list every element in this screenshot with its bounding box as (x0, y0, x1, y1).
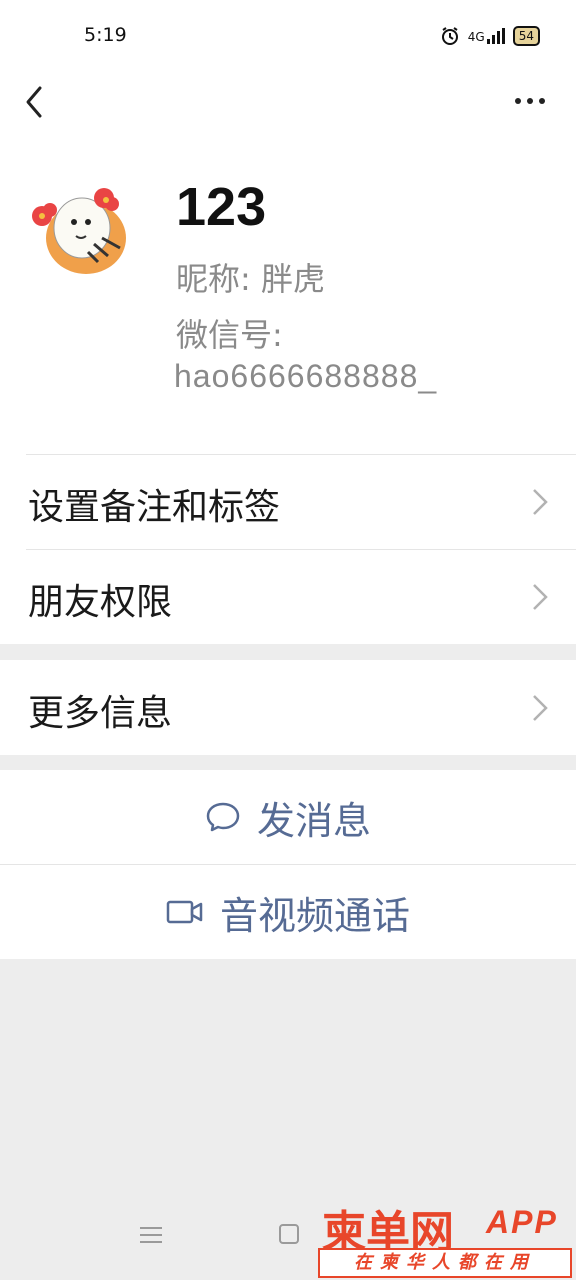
watermark-slogan: 在柬华人都在用 (318, 1248, 572, 1278)
watermark-app: APP (486, 1204, 558, 1240)
send-message-label: 发消息 (256, 798, 371, 843)
status-bar: 5:19 4G 54 (0, 0, 576, 72)
signal-indicator: 4G (468, 28, 505, 44)
more-info-label: 更多信息 (28, 693, 173, 734)
friend-permissions-row[interactable]: 朋友权限 (0, 549, 576, 644)
tiger-avatar-image (28, 182, 136, 276)
av-call-button[interactable]: 音视频通话 (0, 865, 576, 959)
divider (26, 549, 576, 550)
chevron-right-icon (533, 489, 548, 515)
network-type: 4G (467, 30, 485, 44)
remark-tags-label: 设置备注和标签 (28, 487, 281, 528)
wechat-id-label: 微信号: (176, 316, 283, 354)
chat-bubble-icon (206, 802, 240, 832)
profile-card: 123 昵称: 胖虎 微信号: hao6666688888_ (0, 132, 576, 454)
wechat-id: hao6666688888_ (174, 358, 438, 394)
nav-bar (0, 72, 576, 132)
home-key-icon[interactable] (279, 1224, 299, 1244)
av-call-label: 音视频通话 (219, 893, 410, 938)
avatar[interactable] (28, 182, 136, 276)
more-dot (539, 98, 545, 104)
chevron-right-icon (533, 584, 548, 610)
status-icons: 4G 54 (440, 24, 540, 48)
watermark: 柬单网 APP 在柬华人都在用 (318, 1196, 572, 1278)
back-button[interactable] (20, 82, 60, 122)
remark-tags-row[interactable]: 设置备注和标签 (0, 454, 576, 549)
send-message-button[interactable]: 发消息 (0, 770, 576, 864)
more-button[interactable] (510, 86, 550, 116)
more-info-row[interactable]: 更多信息 (0, 660, 576, 755)
battery-indicator: 54 (512, 26, 540, 46)
signal-bars-icon (486, 28, 505, 44)
divider (26, 454, 576, 455)
menu-key-icon[interactable] (140, 1222, 162, 1248)
chevron-left-icon (26, 86, 42, 118)
status-time: 5:19 (84, 24, 127, 46)
more-dots-icon (515, 98, 521, 104)
alarm-icon (441, 27, 458, 45)
more-dot (527, 98, 533, 104)
nickname: 昵称: 胖虎 (176, 260, 325, 298)
chevron-right-icon (533, 695, 548, 721)
profile-name: 123 (176, 177, 267, 237)
friend-permissions-label: 朋友权限 (28, 582, 173, 623)
video-camera-icon (166, 900, 203, 924)
